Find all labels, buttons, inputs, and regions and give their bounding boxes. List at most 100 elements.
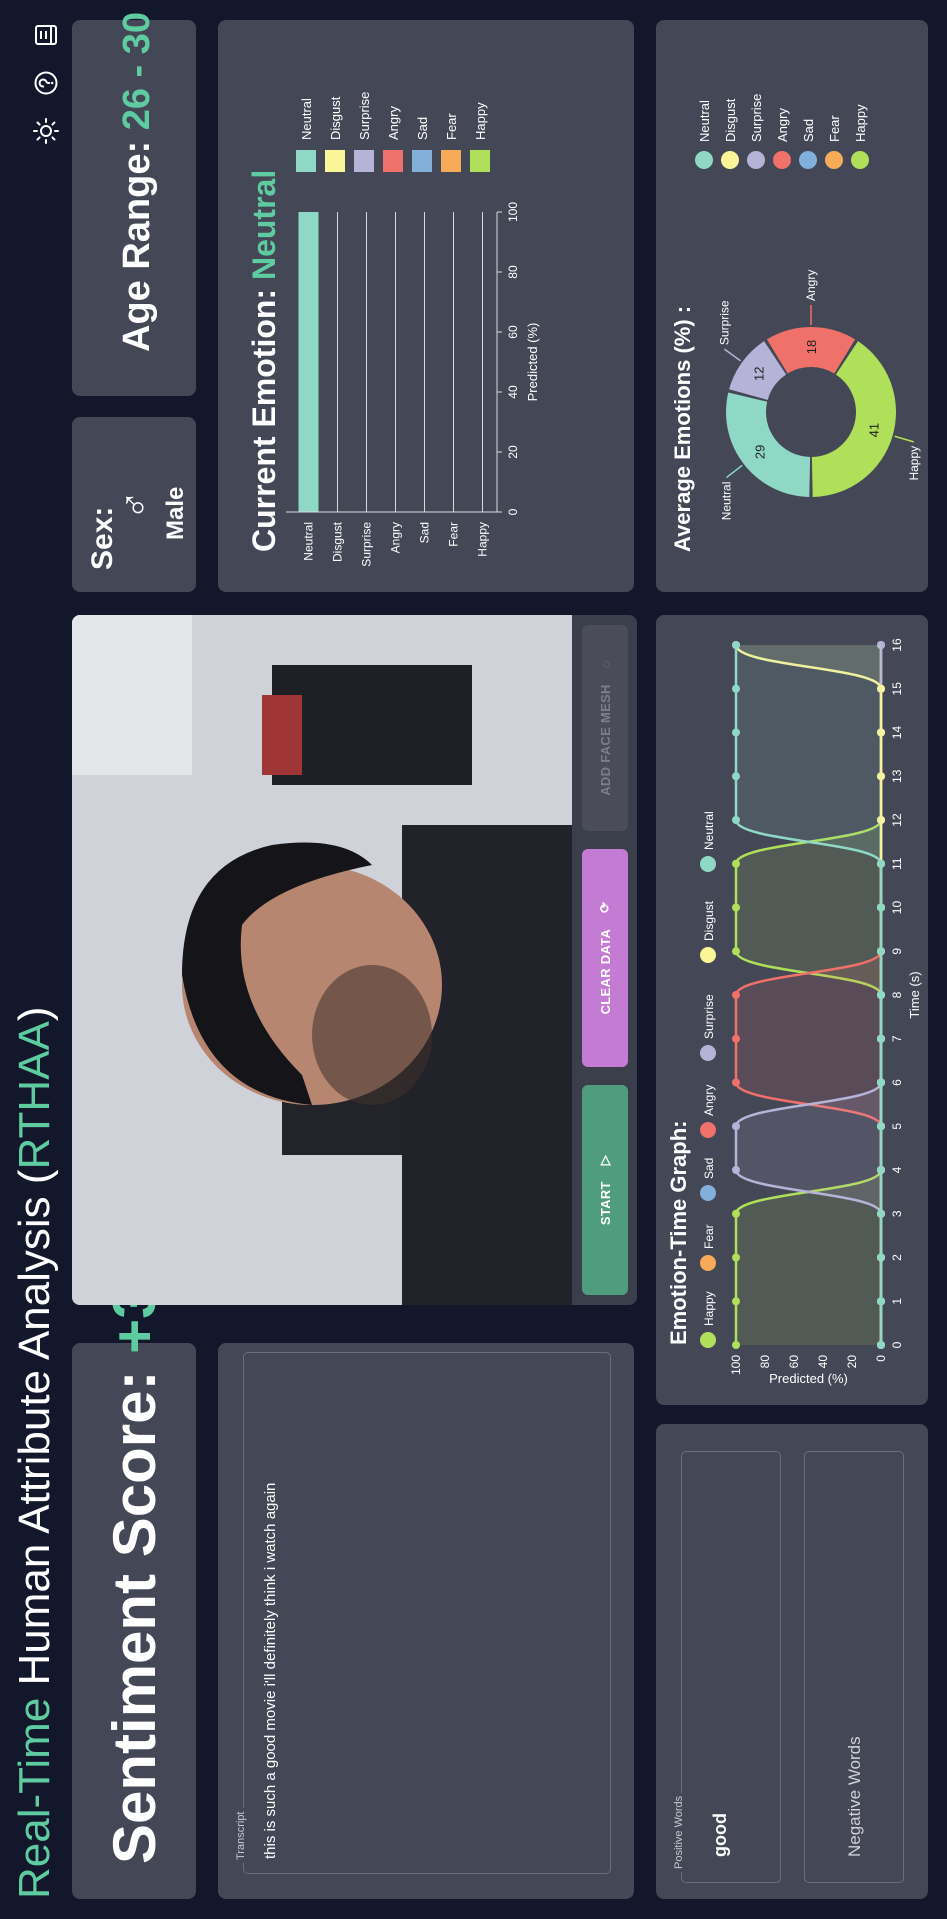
- legend-label-fear: Fear: [702, 1224, 716, 1249]
- point-angry: [732, 991, 740, 999]
- point-neutral: [877, 903, 885, 912]
- transcript-box[interactable]: Transcript this is such a good movie i'l…: [235, 1352, 611, 1874]
- time-x-tick-label: 6: [890, 1079, 904, 1086]
- positive-words-legend: Positive Words: [673, 1792, 685, 1872]
- age-label: Age Range:: [116, 130, 158, 352]
- time-x-tick-label: 16: [890, 638, 904, 652]
- donut-label-neutral: Neutral: [719, 482, 733, 521]
- play-icon: ▷: [597, 1154, 612, 1166]
- avg-legend-dot-surprise: [747, 151, 765, 169]
- avg-legend-label-happy: Happy: [853, 104, 868, 142]
- point-neutral: [877, 1297, 885, 1306]
- point-happy: [732, 903, 740, 912]
- time-y-tick-label: 100: [729, 1355, 743, 1375]
- start-label: START: [597, 1181, 613, 1226]
- time-x-tick-label: 5: [890, 1123, 904, 1130]
- emotion-time-card: Emotion-Time Graph: Happy Fear Sad Angry Sur…: [656, 615, 928, 1405]
- time-x-tick-label: 11: [890, 857, 904, 870]
- time-x-tick-label: 1: [890, 1298, 904, 1305]
- bar-x-axis-label: Predicted (%): [525, 323, 540, 402]
- time-y-tick-label: 80: [758, 1355, 772, 1369]
- bar-x-tick-label: 60: [506, 325, 520, 339]
- donut-leader-neutral: [725, 464, 743, 479]
- time-x-tick-label: 7: [890, 1035, 904, 1042]
- time-x-tick-label: 10: [890, 901, 904, 915]
- legend-dot-angry: [700, 1122, 716, 1138]
- time-x-tick-label: 13: [890, 769, 904, 783]
- avg-legend-dot-fear: [825, 151, 843, 169]
- donut-label-surprise: Surprise: [717, 300, 731, 345]
- bar-category-label: Angry: [389, 522, 403, 553]
- legend-dot-happy: [700, 1332, 716, 1348]
- point-neutral: [877, 1209, 885, 1218]
- donut-value-happy: 41: [866, 423, 881, 437]
- bar-category-label: Happy: [476, 522, 490, 557]
- sex-value: Male: [162, 486, 189, 540]
- bar-x-tick-label: 0: [506, 508, 520, 515]
- sentiment-label: Sentiment Score:: [101, 1353, 168, 1864]
- legend-dot-surprise: [700, 1045, 716, 1061]
- transcript-card: Transcript this is such a good movie i'l…: [218, 1343, 634, 1899]
- legend-swatch-angry: [383, 150, 403, 172]
- bar-x-tick-label: 80: [506, 265, 520, 279]
- point-neutral: [732, 772, 740, 781]
- title-accent: Real-Time: [10, 1697, 59, 1899]
- tablet-icon[interactable]: [20, 22, 57, 48]
- bar-neutral: [298, 212, 319, 512]
- negative-words-box: Negative Words: [804, 1451, 904, 1883]
- positive-word: good: [710, 1813, 730, 1857]
- bar-category-label: Sad: [418, 522, 432, 543]
- avg-legend-label-sad: Sad: [801, 119, 816, 142]
- webcam-feed: [72, 615, 572, 1305]
- point-neutral: [877, 991, 885, 999]
- point-happy: [732, 1297, 740, 1306]
- avg-legend-dot-angry: [773, 151, 791, 169]
- age-value: 26 - 30: [116, 11, 158, 131]
- add-face-mesh-label: ADD FACE MESH: [597, 684, 613, 796]
- avg-legend-label-neutral: Neutral: [697, 100, 712, 142]
- time-y-tick-label: 60: [787, 1355, 801, 1369]
- time-x-tick-label: 8: [890, 991, 904, 998]
- time-y-tick-label: 20: [845, 1355, 859, 1369]
- point-happy: [732, 947, 740, 956]
- legend-label-happy: Happy: [473, 102, 488, 140]
- words-card: Positive Words good Negative Words: [656, 1424, 928, 1899]
- age-card: Age Range: 26 - 30: [72, 12, 196, 396]
- title-abbr: RTHAA: [10, 1021, 59, 1170]
- theme-sun-icon[interactable]: [20, 118, 59, 144]
- time-x-tick-label: 9: [890, 948, 904, 955]
- legend-swatch-sad: [412, 150, 432, 172]
- point-surprise: [732, 1166, 740, 1174]
- legend-label-neutral: Neutral: [299, 98, 314, 140]
- emotion-time-chart: Happy Fear Sad Angry Surprise Disgust Neutral 0…: [700, 638, 922, 1386]
- legend-label-sad: Sad: [415, 117, 430, 140]
- average-emotions-donut: 29 Neutral 12 Surprise 18 Angry 41 Happy Neutral…: [695, 94, 921, 521]
- bar-category-label: Neutral: [302, 522, 316, 561]
- point-neutral: [877, 859, 885, 868]
- start-button[interactable]: START ▷: [582, 1085, 628, 1295]
- point-neutral: [877, 1122, 885, 1131]
- avg-legend-label-surprise: Surprise: [749, 94, 764, 142]
- donut-value-surprise: 12: [751, 367, 766, 381]
- transcript-text: this is such a good movie i'll definitel…: [262, 1482, 279, 1859]
- legend-label-sad: Sad: [702, 1158, 716, 1179]
- point-neutral: [877, 1034, 885, 1043]
- point-neutral: [732, 684, 740, 693]
- time-x-tick-label: 4: [890, 1166, 904, 1173]
- point-neutral: [732, 728, 740, 737]
- avg-legend-label-fear: Fear: [827, 115, 842, 142]
- clear-data-button[interactable]: CLEAR DATA ⟳: [582, 849, 628, 1067]
- bar-category-label: Surprise: [360, 522, 374, 567]
- point-neutral: [877, 947, 885, 956]
- legend-label-surprise: Surprise: [357, 92, 372, 140]
- sentiment-score: Sentiment Score: +3: [100, 1285, 169, 1864]
- help-icon[interactable]: [20, 70, 58, 96]
- legend-label-surprise: Surprise: [702, 994, 716, 1039]
- legend-dot-fear: [700, 1255, 716, 1271]
- clear-data-label: CLEAR DATA: [597, 928, 613, 1015]
- add-face-mesh-button[interactable]: ADD FACE MESH ◌: [582, 625, 628, 831]
- point-happy: [732, 1253, 740, 1262]
- avg-legend-dot-disgust: [721, 151, 739, 169]
- time-x-tick-label: 14: [890, 726, 904, 740]
- legend-swatch-neutral: [296, 150, 316, 172]
